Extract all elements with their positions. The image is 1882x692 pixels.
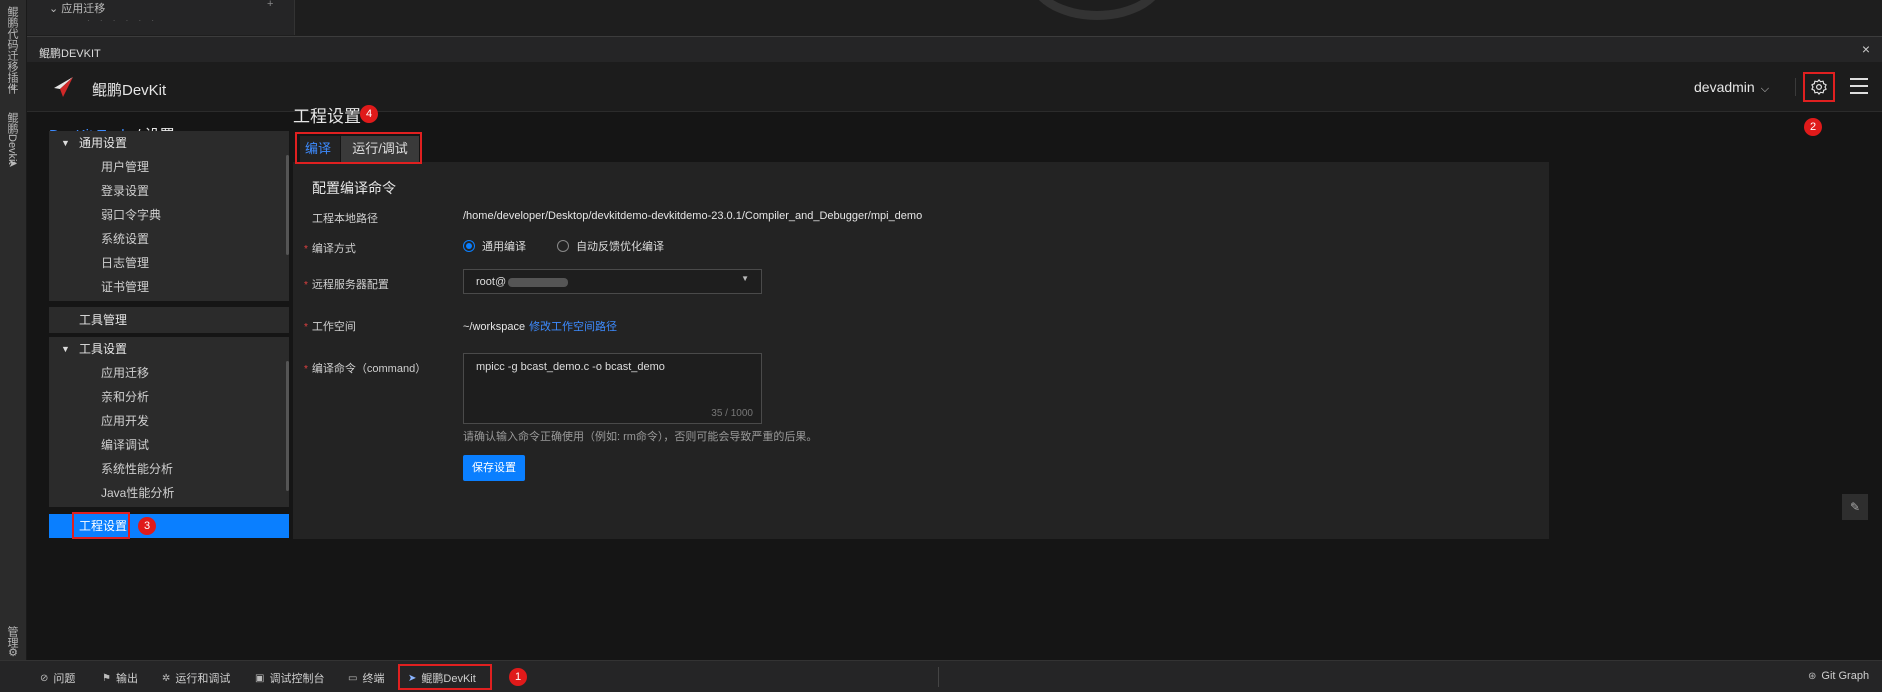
radio-unselected-icon xyxy=(557,240,570,252)
command-label: * 编译命令（command） xyxy=(304,363,427,375)
sidebar-item-affinity[interactable]: 亲和分析 xyxy=(49,385,289,409)
user-menu[interactable]: devadmin ⌵ xyxy=(1694,79,1769,96)
git-graph-icon: ⊛ xyxy=(1808,670,1817,682)
annotation-badge: 3 xyxy=(138,517,156,535)
sidebar-item-sys-perf[interactable]: 系统性能分析 xyxy=(49,457,289,481)
sidebar-item-logs[interactable]: 日志管理 xyxy=(49,251,289,275)
caret-down-icon: ▼ xyxy=(61,138,70,148)
command-textarea[interactable]: mpicc -g bcast_demo.c -o bcast_demo 35 /… xyxy=(463,353,762,424)
devkit-logo-icon xyxy=(54,77,73,97)
chevron-down-icon: ⌵ xyxy=(1760,83,1770,95)
char-counter: 35 / 1000 xyxy=(711,408,753,419)
sidebar-item-tool-mgmt[interactable]: 工具管理 xyxy=(49,307,289,333)
close-icon[interactable]: × xyxy=(1862,41,1870,57)
annotation-badge: 2 xyxy=(1804,118,1822,136)
compile-mode-label: * 编译方式 xyxy=(304,243,356,255)
command-warning: 请确认输入命令正确使用（例如: rm命令），否则可能会导致严重的后果。 xyxy=(463,431,818,443)
sidebar-item-compile-debug[interactable]: 编译调试 xyxy=(49,433,289,457)
status-bar: ⊘ 问题 ⚑ 输出 ✲ 运行和调试 ▣ 调试控制台 ▭ 终端 ➤ 鲲鹏DevKit 1 ⊛ G… xyxy=(0,660,1882,692)
page-title: 工程设置 xyxy=(293,107,361,126)
brand-title: 鲲鹏DevKit xyxy=(92,82,167,99)
status-output[interactable]: ⚑ 输出 xyxy=(102,670,138,686)
settings-card: 配置编译命令 工程本地路径 /home/developer/Desktop/de… xyxy=(293,162,1549,539)
save-button[interactable]: 保存设置 xyxy=(463,455,525,481)
gear-icon[interactable]: ⚙ xyxy=(7,647,19,659)
settings-button[interactable] xyxy=(1803,72,1835,102)
scrollbar[interactable] xyxy=(286,155,289,255)
hamburger-menu-icon[interactable] xyxy=(1850,78,1868,94)
section-title: 配置编译命令 xyxy=(312,180,396,196)
divider xyxy=(1795,78,1796,96)
highlight-box xyxy=(398,664,492,690)
background-watermark xyxy=(1027,0,1167,20)
editor-background: ⌄ 应用迁移 · · · · · · + xyxy=(27,0,1882,35)
sidebar-item-project-settings[interactable]: 工程设置 3 xyxy=(49,512,289,539)
radio-selected-icon xyxy=(463,240,475,252)
workspace-label: * 工作空间 xyxy=(304,321,356,333)
activity-devkit-label[interactable]: 鲲鹏Devkit xyxy=(4,112,20,165)
new-file-icon[interactable]: + xyxy=(267,0,273,10)
explorer-row[interactable]: ⌄ 应用迁移 xyxy=(49,0,105,16)
divider xyxy=(938,667,939,687)
redacted-host xyxy=(508,278,568,287)
command-value: mpicc -g bcast_demo.c -o bcast_demo xyxy=(476,361,665,373)
sidebar-item-app-dev[interactable]: 应用开发 xyxy=(49,409,289,433)
status-problems[interactable]: ⊘ 问题 xyxy=(40,670,75,686)
devkit-webview: 鲲鹏DevKit devadmin⌵ 2 DevKit Tools / 设置 ▼… xyxy=(27,62,1882,660)
annotation-badge: 4 xyxy=(360,105,378,123)
activity-bar: 鲲鹏代码迁移插件 ⌖ 鲲鹏Devkit ➤ 管理 ⚙ xyxy=(0,0,27,660)
annotation-badge: 1 xyxy=(509,668,527,686)
sidebar-item-system[interactable]: 系统设置 xyxy=(49,227,289,251)
gear-icon xyxy=(1811,79,1827,95)
output-icon: ⚑ xyxy=(102,672,111,684)
server-select-value: root@ xyxy=(476,276,507,288)
sidebar-item-migration[interactable]: 应用迁移 xyxy=(49,361,289,385)
devkit-logo-icon[interactable]: ➤ xyxy=(7,158,19,170)
activity-manage-label[interactable]: 管理 xyxy=(4,626,20,648)
highlight-box xyxy=(72,512,130,539)
panel-title: 鲲鹏DEVKIT xyxy=(39,48,101,60)
explorer-sub-row: · · · · · · xyxy=(87,16,159,25)
scrollbar[interactable] xyxy=(286,361,289,491)
sidebar-item-user-mgmt[interactable]: 用户管理 xyxy=(49,155,289,179)
sidebar-item-login[interactable]: 登录设置 xyxy=(49,179,289,203)
server-label: * 远程服务器配置 xyxy=(304,279,389,291)
highlight-box xyxy=(295,132,422,164)
caret-down-icon: ▼ xyxy=(61,344,70,354)
status-terminal[interactable]: ▭ 终端 xyxy=(348,670,384,686)
status-git-graph[interactable]: ⊛ Git Graph xyxy=(1808,670,1869,682)
path-label: 工程本地路径 xyxy=(312,213,378,225)
sidebar-tools-header[interactable]: ▼ 工具设置 xyxy=(49,337,289,361)
activity-plugin-label[interactable]: 鲲鹏代码迁移插件 xyxy=(4,6,20,94)
plugin-icon[interactable]: ⌖ xyxy=(7,82,19,94)
path-value: /home/developer/Desktop/devkitdemo-devki… xyxy=(463,210,923,222)
sidebar-item-java-perf[interactable]: Java性能分析 xyxy=(49,481,289,505)
radio-general-compile[interactable]: 通用编译 xyxy=(463,238,526,254)
sidebar-general-header[interactable]: ▼ 通用设置 xyxy=(49,131,289,155)
panel-header: 鲲鹏DEVKIT × xyxy=(27,36,1882,62)
user-name: devadmin xyxy=(1694,79,1755,95)
workspace-value: ~/workspace xyxy=(463,321,526,333)
edit-icon[interactable]: ✎ xyxy=(1842,494,1868,520)
status-debug-console[interactable]: ▣ 调试控制台 xyxy=(255,670,324,686)
sidebar-item-certs[interactable]: 证书管理 xyxy=(49,275,289,299)
workspace-row: ~/workspace 修改工作空间路径 xyxy=(463,318,617,334)
change-workspace-link[interactable]: 修改工作空间路径 xyxy=(529,321,617,333)
server-select[interactable]: root@ ▼ xyxy=(463,269,762,294)
explorer-pane: ⌄ 应用迁移 · · · · · · + xyxy=(27,0,295,35)
compile-mode-radio-group: 通用编译 自动反馈优化编译 xyxy=(463,238,692,255)
debug-console-icon: ▣ xyxy=(255,672,265,684)
sidebar-item-weak-password[interactable]: 弱口令字典 xyxy=(49,203,289,227)
run-debug-icon: ✲ xyxy=(162,672,171,684)
problems-icon: ⊘ xyxy=(40,672,49,684)
sidebar-general-group: ▼ 通用设置 用户管理 登录设置 弱口令字典 系统设置 日志管理 证书管理 xyxy=(49,131,289,301)
tab-bar: 编译 运行/调试 xyxy=(293,132,1549,164)
status-run-debug[interactable]: ✲ 运行和调试 xyxy=(162,670,230,686)
radio-feedback-compile[interactable]: 自动反馈优化编译 xyxy=(557,238,664,254)
sidebar-tools-group: ▼ 工具设置 应用迁移 亲和分析 应用开发 编译调试 系统性能分析 Java性能分… xyxy=(49,337,289,507)
caret-down-icon: ▼ xyxy=(741,274,749,283)
terminal-icon: ▭ xyxy=(348,672,358,684)
